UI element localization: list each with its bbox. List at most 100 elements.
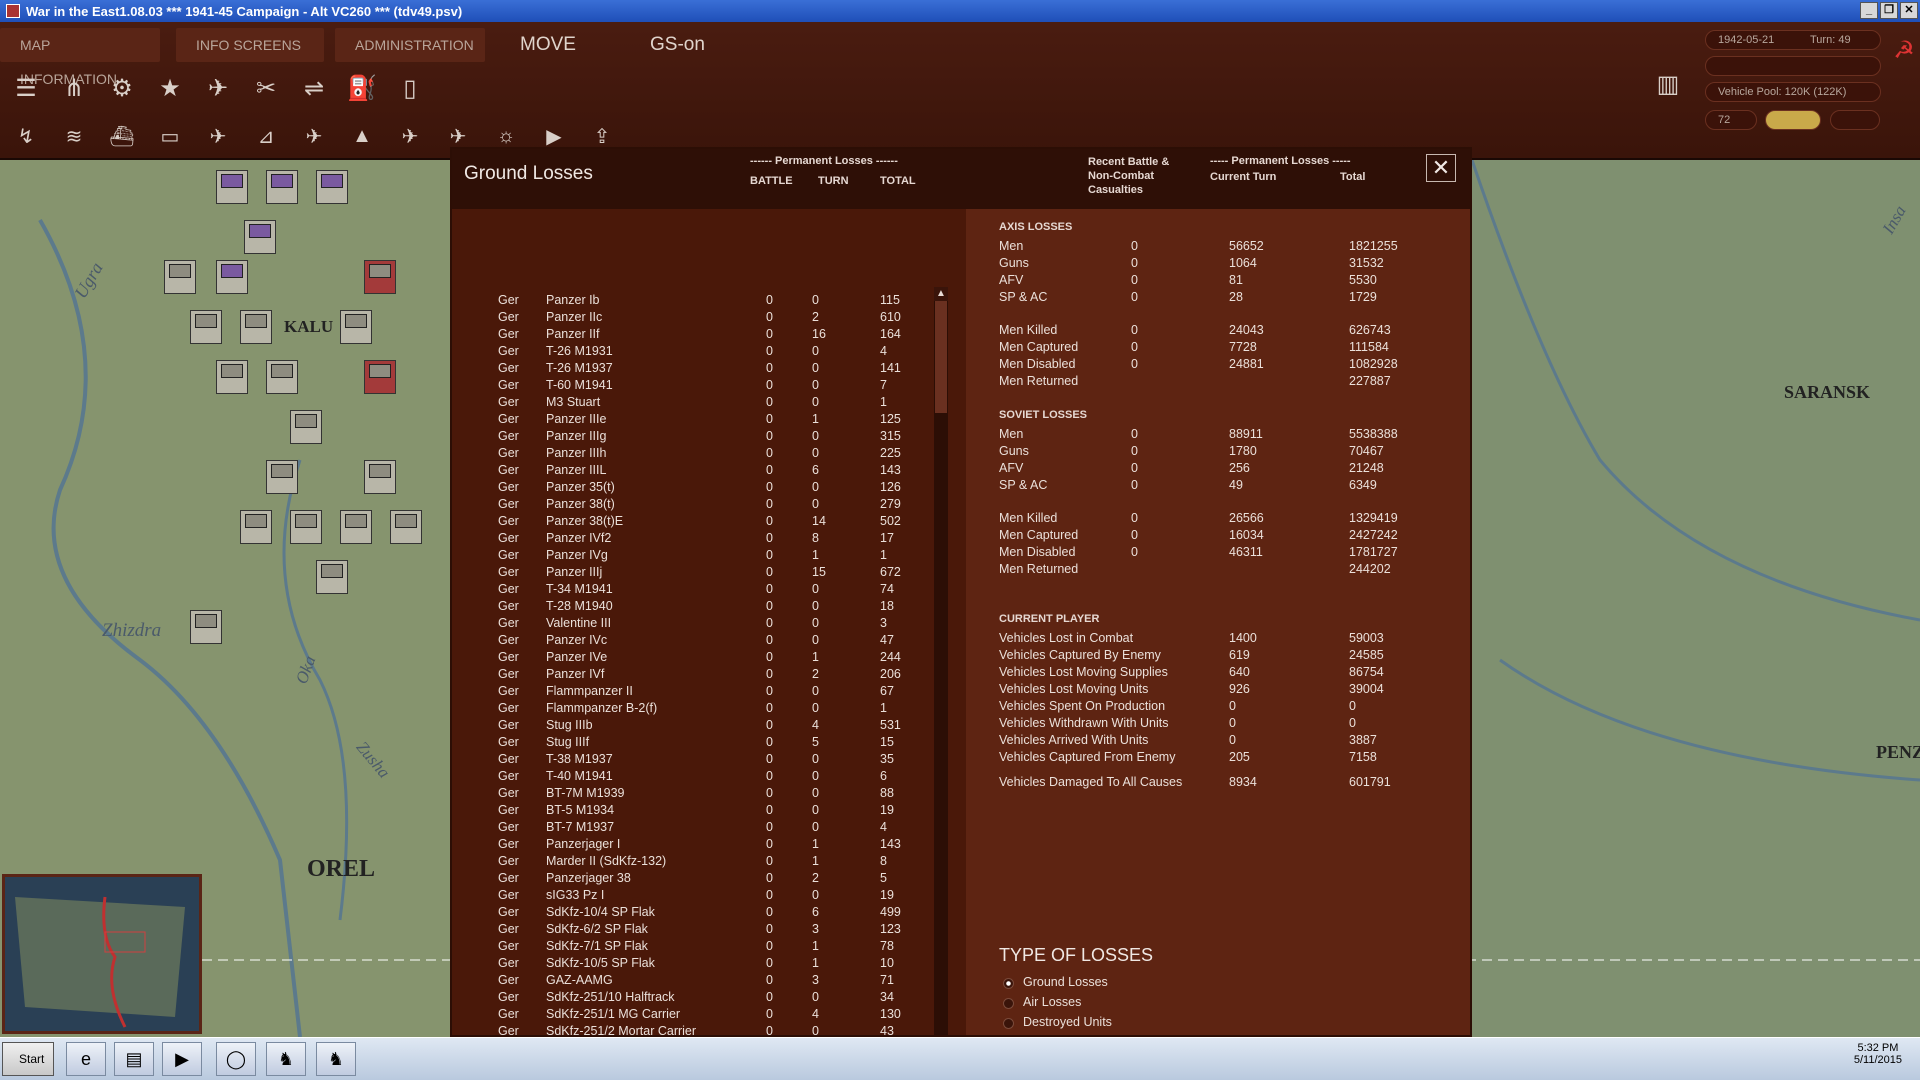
- unit-counter[interactable]: [244, 220, 276, 254]
- table-row[interactable]: Ger SdKfz-251/10 Halftrack 0 0 34: [452, 990, 932, 1007]
- table-row[interactable]: Ger Flammpanzer II 0 0 67: [452, 684, 932, 701]
- tab-map-information[interactable]: MAP INFORMATION: [0, 28, 160, 87]
- gear-icon[interactable]: ⚙: [104, 70, 140, 106]
- table-row[interactable]: Ger T-28 M1940 0 0 18: [452, 599, 932, 616]
- unit-counter[interactable]: [316, 560, 348, 594]
- game-app-icon[interactable]: ♞: [266, 1042, 306, 1076]
- stack-icon[interactable]: ☰: [8, 70, 44, 106]
- bomber-icon[interactable]: ⊿: [248, 118, 284, 154]
- clock[interactable]: 5:32 PM 5/11/2015: [1854, 1042, 1902, 1066]
- ground-icon[interactable]: ↯: [8, 118, 44, 154]
- crossed-swords-icon[interactable]: ✂: [248, 70, 284, 106]
- table-row[interactable]: Ger Marder II (SdKfz-132) 0 1 8: [452, 854, 932, 871]
- table-row[interactable]: Ger BT-7 M1937 0 0 4: [452, 820, 932, 837]
- tab-administration[interactable]: ADMINISTRATION: [335, 28, 485, 62]
- table-row[interactable]: Ger T-26 M1937 0 0 141: [452, 361, 932, 378]
- list-scrollbar[interactable]: ▲ ▼: [934, 287, 948, 1079]
- unit-counter[interactable]: [216, 170, 248, 204]
- ship-icon[interactable]: ≋: [56, 118, 92, 154]
- rail-icon[interactable]: ⇌: [296, 70, 332, 106]
- fighter-icon[interactable]: ✈: [296, 118, 332, 154]
- unit-counter[interactable]: [364, 360, 396, 394]
- unit-counter[interactable]: [164, 260, 196, 294]
- start-button[interactable]: Start: [2, 1042, 54, 1076]
- table-row[interactable]: Ger Stug IIIf 0 5 15: [452, 735, 932, 752]
- naval-icon[interactable]: ⛴: [104, 118, 140, 154]
- table-row[interactable]: Ger T-26 M1931 0 0 4: [452, 344, 932, 361]
- game-app-icon-2[interactable]: ♞: [316, 1042, 356, 1076]
- unit-counter[interactable]: [240, 310, 272, 344]
- table-row[interactable]: Ger Panzer IVf 0 2 206: [452, 667, 932, 684]
- star-icon[interactable]: ★: [152, 70, 188, 106]
- table-row[interactable]: Ger Panzerjager 38 0 2 5: [452, 871, 932, 888]
- table-row[interactable]: Ger T-34 M1941 0 0 74: [452, 582, 932, 599]
- chart-icon[interactable]: ▥: [1650, 66, 1686, 102]
- table-row[interactable]: Ger M3 Stuart 0 0 1: [452, 395, 932, 412]
- table-row[interactable]: Ger SdKfz-10/4 SP Flak 0 6 499: [452, 905, 932, 922]
- unit-counter[interactable]: [316, 170, 348, 204]
- scroll-thumb[interactable]: [935, 301, 947, 413]
- table-row[interactable]: Ger Panzer 35(t) 0 0 126: [452, 480, 932, 497]
- unit-counter[interactable]: [266, 360, 298, 394]
- unit-counter[interactable]: [266, 170, 298, 204]
- browser-icon[interactable]: e: [66, 1042, 106, 1076]
- table-row[interactable]: Ger SdKfz-10/5 SP Flak 0 1 10: [452, 956, 932, 973]
- table-row[interactable]: Ger Panzer IIf 0 16 164: [452, 327, 932, 344]
- table-row[interactable]: Ger T-60 M1941 0 0 7: [452, 378, 932, 395]
- unit-counter[interactable]: [266, 460, 298, 494]
- table-row[interactable]: Ger Panzer IVg 0 1 1: [452, 548, 932, 565]
- table-row[interactable]: Ger Panzerjager I 0 1 143: [452, 837, 932, 854]
- unit-counter[interactable]: [340, 310, 372, 344]
- air-icon[interactable]: ✈: [200, 70, 236, 106]
- unit-counter[interactable]: [340, 510, 372, 544]
- table-row[interactable]: Ger SdKfz-7/1 SP Flak 0 1 78: [452, 939, 932, 956]
- table-row[interactable]: Ger Panzer 38(t) 0 0 279: [452, 497, 932, 514]
- media-player-icon[interactable]: ▶: [162, 1042, 202, 1076]
- unit-counter[interactable]: [190, 610, 222, 644]
- table-row[interactable]: Ger sIG33 Pz I 0 0 19: [452, 888, 932, 905]
- unit-counter[interactable]: [364, 260, 396, 294]
- minimap[interactable]: [2, 874, 202, 1034]
- unit-counter[interactable]: [390, 510, 422, 544]
- unit-counter[interactable]: [290, 510, 322, 544]
- radio-dot[interactable]: [1003, 998, 1014, 1009]
- table-row[interactable]: Ger T-38 M1937 0 0 35: [452, 752, 932, 769]
- tab-info-screens[interactable]: INFO SCREENS: [176, 28, 324, 62]
- table-row[interactable]: Ger Stug IIIb 0 4 531: [452, 718, 932, 735]
- table-row[interactable]: Ger BT-5 M1934 0 0 19: [452, 803, 932, 820]
- supply-icon[interactable]: ▯: [392, 70, 428, 106]
- unit-counter[interactable]: [290, 410, 322, 444]
- table-row[interactable]: Ger GAZ-AAMG 0 3 71: [452, 973, 932, 990]
- gs-toggle[interactable]: GS-on: [650, 28, 705, 62]
- unit-counter[interactable]: [216, 360, 248, 394]
- table-row[interactable]: Ger Valentine III 0 0 3: [452, 616, 932, 633]
- unit-counter[interactable]: [216, 260, 248, 294]
- table-row[interactable]: Ger Panzer IVc 0 0 47: [452, 633, 932, 650]
- unit-counter[interactable]: [364, 460, 396, 494]
- table-row[interactable]: Ger Panzer 38(t)E 0 14 502: [452, 514, 932, 531]
- close-window-button[interactable]: ✕: [1900, 2, 1918, 19]
- table-row[interactable]: Ger Panzer IVe 0 1 244: [452, 650, 932, 667]
- folder-icon[interactable]: ▤: [114, 1042, 154, 1076]
- table-row[interactable]: Ger Panzer Ib 0 0 115: [452, 293, 932, 310]
- table-row[interactable]: Ger Panzer IIIL 0 6 143: [452, 463, 932, 480]
- unit-counter[interactable]: [190, 310, 222, 344]
- table-row[interactable]: Ger SdKfz-251/1 MG Carrier 0 4 130: [452, 1007, 932, 1024]
- radio-dot[interactable]: [1003, 978, 1014, 989]
- table-row[interactable]: Ger Panzer IIIh 0 0 225: [452, 446, 932, 463]
- app-circle-icon[interactable]: ◯: [216, 1042, 256, 1076]
- table-row[interactable]: Ger Panzer IVf2 0 8 17: [452, 531, 932, 548]
- airbase-icon[interactable]: ▲: [344, 118, 380, 154]
- fuel-icon[interactable]: ⛽: [344, 70, 380, 106]
- table-row[interactable]: Ger Flammpanzer B-2(f) 0 0 1: [452, 701, 932, 718]
- table-row[interactable]: Ger BT-7M M1939 0 0 88: [452, 786, 932, 803]
- close-button[interactable]: ✕: [1426, 154, 1456, 182]
- unit-counter[interactable]: [240, 510, 272, 544]
- move-button[interactable]: MOVE: [520, 28, 576, 62]
- recon-icon[interactable]: ✈: [200, 118, 236, 154]
- restore-button[interactable]: ❐: [1880, 2, 1898, 19]
- unit-list-icon[interactable]: ⋔: [56, 70, 92, 106]
- minimize-button[interactable]: _: [1860, 2, 1878, 19]
- table-row[interactable]: Ger Panzer IIIg 0 0 315: [452, 429, 932, 446]
- table-row[interactable]: Ger Panzer IIIj 0 15 672: [452, 565, 932, 582]
